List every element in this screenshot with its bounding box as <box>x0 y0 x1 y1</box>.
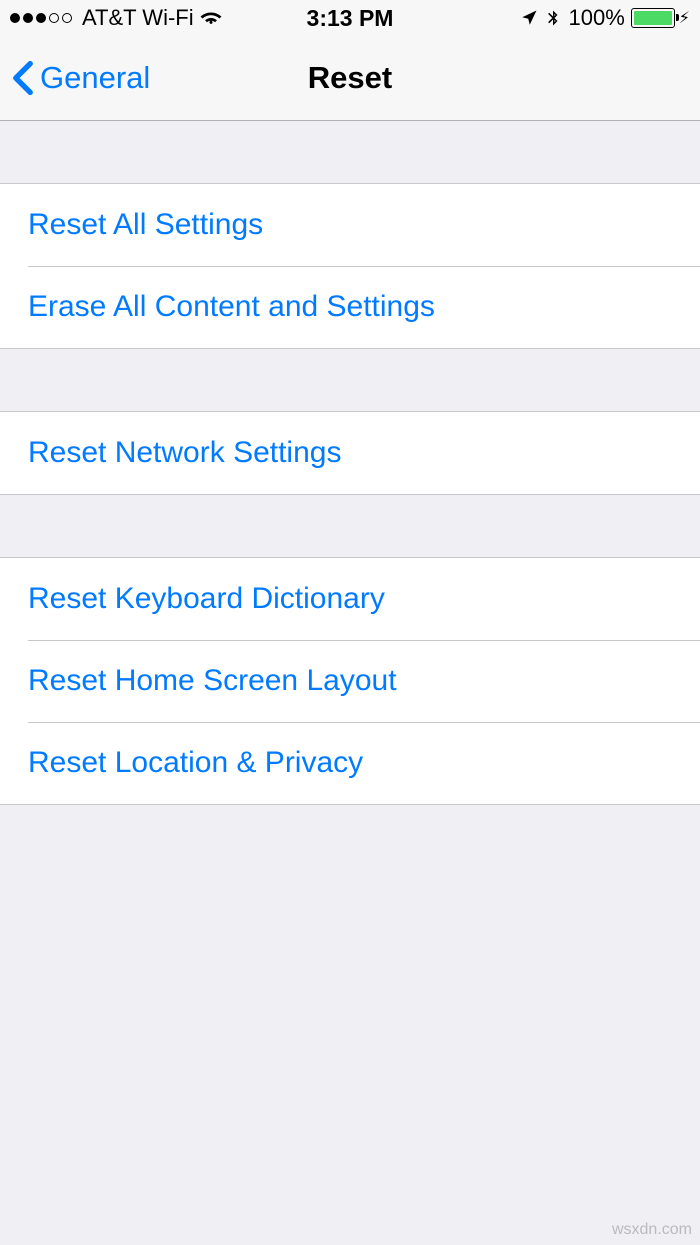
battery-icon: ⚡︎ <box>631 8 690 28</box>
section-spacer <box>0 121 700 183</box>
status-right: 100% ⚡︎ <box>520 5 690 31</box>
cell-label: Reset Home Screen Layout <box>28 664 397 698</box>
cell-label: Reset Location & Privacy <box>28 746 363 780</box>
section-1: Reset All Settings Erase All Content and… <box>0 183 700 349</box>
back-button[interactable]: General <box>12 60 150 96</box>
cell-label: Reset Network Settings <box>28 436 341 470</box>
reset-home-screen-layout[interactable]: Reset Home Screen Layout <box>0 640 700 722</box>
status-bar: AT&T Wi-Fi 3:13 PM 100% ⚡︎ <box>0 0 700 36</box>
reset-location-privacy[interactable]: Reset Location & Privacy <box>0 722 700 804</box>
back-label: General <box>40 60 150 96</box>
carrier-label: AT&T Wi-Fi <box>82 5 194 31</box>
status-time: 3:13 PM <box>307 5 394 32</box>
section-spacer <box>0 495 700 557</box>
watermark: wsxdn.com <box>612 1221 692 1239</box>
chevron-left-icon <box>12 60 34 96</box>
section-3: Reset Keyboard Dictionary Reset Home Scr… <box>0 557 700 805</box>
wifi-icon <box>200 7 222 29</box>
cell-label: Reset All Settings <box>28 208 263 242</box>
location-icon <box>520 9 538 27</box>
battery-percent: 100% <box>568 5 624 31</box>
cell-label: Erase All Content and Settings <box>28 290 435 324</box>
signal-strength-icon <box>10 13 72 23</box>
reset-all-settings[interactable]: Reset All Settings <box>0 184 700 266</box>
bluetooth-icon <box>544 9 562 27</box>
navigation-bar: General Reset <box>0 36 700 121</box>
section-2: Reset Network Settings <box>0 411 700 495</box>
section-spacer <box>0 349 700 411</box>
reset-keyboard-dictionary[interactable]: Reset Keyboard Dictionary <box>0 558 700 640</box>
charging-icon: ⚡︎ <box>679 8 690 28</box>
cell-label: Reset Keyboard Dictionary <box>28 582 385 616</box>
erase-all-content[interactable]: Erase All Content and Settings <box>0 266 700 348</box>
reset-network-settings[interactable]: Reset Network Settings <box>0 412 700 494</box>
page-title: Reset <box>308 60 392 96</box>
status-left: AT&T Wi-Fi <box>10 5 222 31</box>
